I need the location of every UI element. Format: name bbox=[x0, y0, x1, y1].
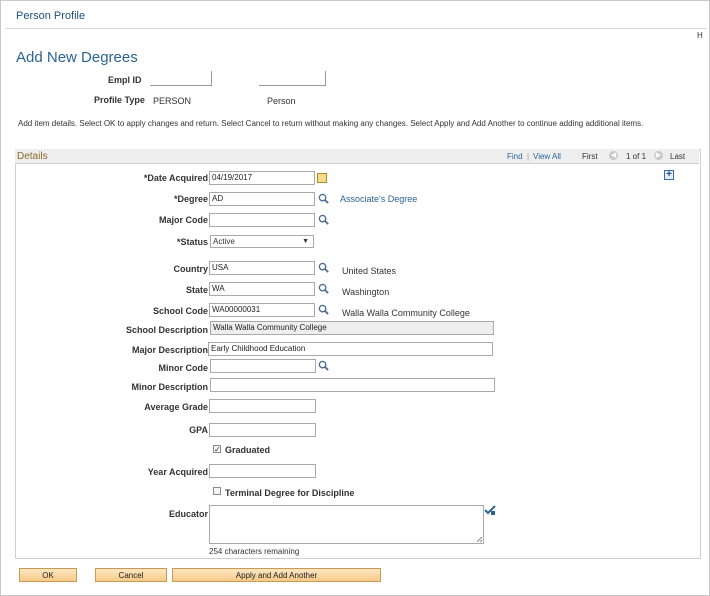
major-code-label: Major Code bbox=[158, 215, 208, 225]
date-acquired-label: *Date Acquired bbox=[143, 173, 208, 183]
status-select[interactable]: Active ▼ bbox=[210, 235, 314, 248]
average-grade-input[interactable] bbox=[209, 399, 316, 413]
details-title: Details bbox=[17, 151, 48, 162]
spellcheck-icon[interactable] bbox=[484, 504, 496, 516]
minor-description-input[interactable] bbox=[210, 378, 495, 392]
characters-remaining: 254 characters remaining bbox=[209, 547, 300, 556]
view-all-link[interactable]: View All bbox=[533, 152, 561, 161]
educator-label: Educator bbox=[168, 509, 208, 519]
country-label: Country bbox=[173, 264, 209, 274]
nav-separator: | bbox=[527, 152, 530, 161]
minor-description-label: Minor Description bbox=[131, 382, 208, 392]
status-select-value: Active bbox=[213, 237, 235, 246]
average-grade-label: Average Grade bbox=[144, 402, 208, 412]
school-code-input[interactable]: WA00000031 bbox=[209, 303, 315, 317]
major-code-lookup-icon[interactable] bbox=[318, 214, 329, 225]
profile-type-value: PERSON bbox=[153, 96, 192, 106]
previous-row-button[interactable]: ◀ bbox=[609, 151, 618, 161]
school-code-lookup-icon[interactable] bbox=[318, 304, 329, 315]
profile-type-desc: Person bbox=[267, 96, 296, 106]
pager-text: 1 of 1 bbox=[626, 152, 647, 161]
country-lookup-icon[interactable] bbox=[318, 262, 329, 273]
school-code-label: School Code bbox=[152, 306, 208, 316]
status-label: *Status bbox=[176, 237, 208, 247]
apply-and-add-another-button[interactable]: Apply and Add Another bbox=[172, 568, 381, 582]
graduated-checkbox[interactable]: ✓ bbox=[213, 445, 221, 454]
find-link[interactable]: Find bbox=[507, 152, 523, 161]
arrow-left-icon: ◀ bbox=[609, 151, 618, 161]
educator-textarea[interactable] bbox=[209, 505, 484, 544]
year-acquired-label: Year Acquired bbox=[147, 467, 208, 477]
first-label: First bbox=[582, 152, 598, 161]
degree-description-link[interactable]: Associate's Degree bbox=[340, 194, 417, 204]
plus-icon[interactable]: + bbox=[664, 170, 674, 180]
terminal-degree-checkbox[interactable] bbox=[213, 487, 221, 495]
graduated-label: Graduated bbox=[225, 445, 271, 455]
chevron-down-icon: ▼ bbox=[302, 238, 309, 245]
minor-code-input[interactable] bbox=[210, 359, 316, 373]
last-label: Last bbox=[670, 152, 686, 161]
minor-code-lookup-icon[interactable] bbox=[318, 360, 329, 371]
state-label: State bbox=[185, 285, 208, 295]
ok-button[interactable]: OK bbox=[19, 568, 77, 582]
school-code-description: Walla Walla Community College bbox=[342, 308, 470, 318]
degree-input[interactable]: AD bbox=[209, 192, 315, 206]
degree-lookup-icon[interactable] bbox=[318, 193, 329, 204]
country-input[interactable]: USA bbox=[209, 261, 315, 275]
state-description: Washington bbox=[342, 287, 390, 297]
breadcrumb: Person Profile bbox=[16, 10, 86, 22]
cancel-button[interactable]: Cancel bbox=[95, 568, 167, 582]
major-code-input[interactable] bbox=[209, 213, 315, 227]
state-input[interactable]: WA bbox=[209, 282, 315, 296]
terminal-degree-label: Terminal Degree for Discipline bbox=[225, 488, 355, 498]
gpa-label: GPA bbox=[189, 425, 208, 435]
arrow-right-icon: ▶ bbox=[654, 151, 663, 161]
major-description-label: Major Description bbox=[131, 345, 208, 355]
header-corner-text: H bbox=[697, 31, 703, 40]
empl-id-masked-value bbox=[150, 71, 212, 86]
calendar-icon[interactable] bbox=[317, 173, 327, 183]
header-divider bbox=[6, 28, 706, 29]
school-description-label: School Description bbox=[125, 325, 208, 335]
year-acquired-input[interactable] bbox=[209, 464, 316, 478]
state-lookup-icon[interactable] bbox=[318, 283, 329, 294]
gpa-input[interactable] bbox=[209, 423, 316, 437]
major-description-input[interactable]: Early Childhood Education bbox=[208, 342, 493, 356]
next-row-button[interactable]: ▶ bbox=[654, 151, 663, 161]
country-description: United States bbox=[342, 266, 397, 276]
empl-id-label: Empl ID bbox=[108, 75, 142, 85]
resize-handle-icon[interactable] bbox=[476, 536, 483, 543]
degree-label: *Degree bbox=[173, 194, 208, 204]
profile-type-label: Profile Type bbox=[94, 95, 145, 105]
page-title: Add New Degrees bbox=[16, 49, 138, 66]
empl-name-masked-value bbox=[259, 71, 326, 86]
school-description-field: Walla Walla Community College bbox=[210, 321, 494, 335]
minor-code-label: Minor Code bbox=[158, 363, 209, 373]
date-acquired-input[interactable]: 04/19/2017 bbox=[209, 171, 315, 185]
instructions-text: Add item details. Select OK to apply cha… bbox=[18, 119, 644, 128]
